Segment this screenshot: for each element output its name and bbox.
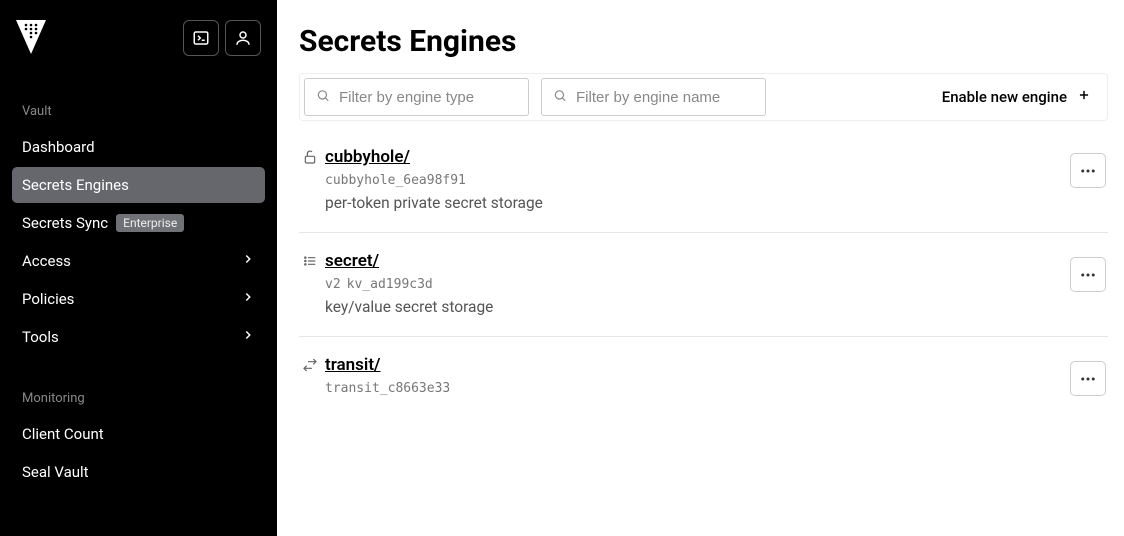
sidebar-item-label: Client Count — [22, 425, 104, 443]
sidebar-item-label: Dashboard — [22, 138, 95, 156]
more-horizontal-icon — [1079, 266, 1097, 284]
enable-new-engine-button[interactable]: Enable new engine — [942, 88, 1103, 106]
chevron-right-icon — [241, 252, 255, 270]
engine-meta: v2 kv_ad199c3d — [325, 277, 1070, 292]
sidebar-item-label-wrap: Secrets Sync Enterprise — [22, 214, 184, 232]
toolbar: Enable new engine — [299, 73, 1108, 121]
list-icon — [299, 253, 321, 269]
section-label-vault: Vault — [12, 96, 265, 127]
user-button[interactable] — [225, 20, 261, 56]
swap-icon — [299, 357, 321, 373]
lock-open-icon — [299, 149, 321, 165]
engine-more-button[interactable] — [1070, 257, 1106, 292]
sidebar-item-tools[interactable]: Tools — [12, 319, 265, 355]
main-content: Secrets Engines Enable new engine — [277, 0, 1124, 536]
engine-version: v2 — [325, 277, 341, 292]
more-horizontal-icon — [1079, 162, 1097, 180]
sidebar-item-label: Secrets Engines — [22, 176, 129, 194]
chevron-right-icon — [241, 328, 255, 346]
sidebar-item-access[interactable]: Access — [12, 243, 265, 279]
engine-row: transit/ transit_c8663e33 — [299, 337, 1108, 416]
terminal-icon — [192, 29, 210, 47]
terminal-button[interactable] — [183, 20, 219, 56]
chevron-right-icon — [241, 290, 255, 308]
engine-description: key/value secret storage — [325, 298, 1070, 316]
engine-more-button[interactable] — [1070, 361, 1106, 396]
search-icon — [316, 88, 330, 107]
sidebar-item-policies[interactable]: Policies — [12, 281, 265, 317]
engine-name-link[interactable]: transit/ — [325, 355, 1070, 375]
sidebar-item-seal-vault[interactable]: Seal Vault — [12, 454, 265, 490]
engine-info: secret/ v2 kv_ad199c3d key/value secret s… — [321, 251, 1070, 316]
engine-name-link[interactable]: secret/ — [325, 251, 1070, 271]
sidebar: Vault Dashboard Secrets Engines Secrets … — [0, 0, 277, 536]
search-icon — [553, 88, 567, 107]
user-icon — [234, 29, 252, 47]
enterprise-badge: Enterprise — [116, 214, 184, 232]
engine-id: transit_c8663e33 — [325, 381, 1070, 396]
engine-info: transit/ transit_c8663e33 — [321, 355, 1070, 396]
sidebar-item-secrets-sync[interactable]: Secrets Sync Enterprise — [12, 205, 265, 241]
filter-type-wrap — [304, 78, 529, 116]
engine-more-button[interactable] — [1070, 153, 1106, 188]
more-horizontal-icon — [1079, 370, 1097, 388]
filter-name-wrap — [541, 78, 766, 116]
enable-new-engine-label: Enable new engine — [942, 88, 1067, 106]
engine-id: cubbyhole_6ea98f91 — [325, 173, 1070, 188]
sidebar-item-secrets-engines[interactable]: Secrets Engines — [12, 167, 265, 203]
page-title: Secrets Engines — [299, 24, 1108, 59]
section-label-monitoring: Monitoring — [12, 383, 265, 414]
sidebar-item-label: Seal Vault — [22, 463, 89, 481]
engine-row: cubbyhole/ cubbyhole_6ea98f91 per-token … — [299, 129, 1108, 233]
sidebar-item-label: Tools — [22, 328, 59, 346]
plus-icon — [1077, 88, 1091, 106]
top-icon-group — [183, 20, 261, 56]
sidebar-item-label: Secrets Sync — [22, 214, 108, 232]
vault-logo-icon — [16, 20, 46, 54]
engine-id: kv_ad199c3d — [347, 277, 433, 292]
engine-info: cubbyhole/ cubbyhole_6ea98f91 per-token … — [321, 147, 1070, 212]
sidebar-item-client-count[interactable]: Client Count — [12, 416, 265, 452]
sidebar-item-label: Access — [22, 252, 71, 270]
sidebar-item-dashboard[interactable]: Dashboard — [12, 129, 265, 165]
filter-type-input[interactable] — [304, 78, 529, 116]
engine-row: secret/ v2 kv_ad199c3d key/value secret s… — [299, 233, 1108, 337]
engine-description: per-token private secret storage — [325, 194, 1070, 212]
engine-name-link[interactable]: cubbyhole/ — [325, 147, 1070, 167]
sidebar-item-label: Policies — [22, 290, 74, 308]
sidebar-header — [12, 14, 265, 56]
filter-name-input[interactable] — [541, 78, 766, 116]
